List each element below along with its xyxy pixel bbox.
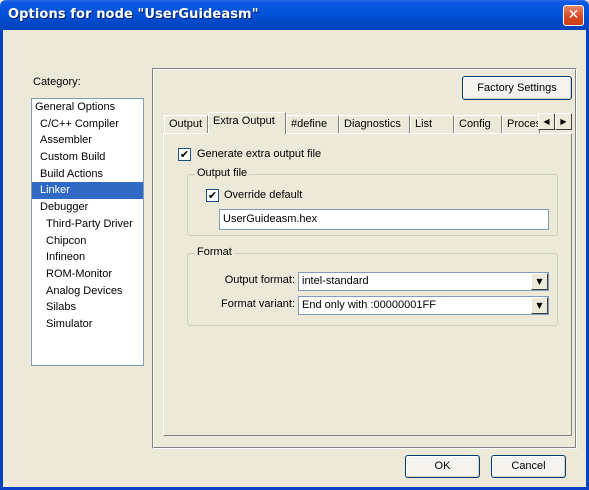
tab-extra-output[interactable]: Extra Output	[208, 112, 286, 134]
category-item-build-actions[interactable]: Build Actions	[32, 166, 143, 183]
title-bar[interactable]: Options for node "UserGuideasm" ✕	[0, 0, 589, 30]
category-item-custom-build[interactable]: Custom Build	[32, 149, 143, 166]
category-item-chipcon[interactable]: Chipcon	[32, 233, 143, 250]
ok-button[interactable]: OK	[405, 455, 480, 478]
generate-extra-output-checkbox[interactable]: ✔	[178, 148, 191, 161]
output-format-select[interactable]: intel-standard ▼	[298, 272, 549, 291]
format-variant-value: End only with :00000001FF	[302, 299, 436, 311]
check-icon: ✔	[179, 148, 190, 161]
close-button[interactable]: ✕	[563, 5, 584, 26]
category-item-rom-monitor[interactable]: ROM-Monitor	[32, 266, 143, 283]
tab-scroll-left-button[interactable]: ◀	[538, 113, 555, 130]
tab-define[interactable]: #define	[286, 115, 339, 133]
chevron-down-icon[interactable]: ▼	[531, 297, 548, 314]
category-item-silabs[interactable]: Silabs	[32, 299, 143, 316]
chevron-down-icon[interactable]: ▼	[531, 273, 548, 290]
tab-strip: Output Extra Output #define Diagnostics …	[164, 112, 574, 134]
window-title: Options for node "UserGuideasm"	[8, 7, 259, 22]
override-default-label: Override default	[224, 189, 303, 201]
category-item-debugger[interactable]: Debugger	[32, 199, 143, 216]
category-item-infineon[interactable]: Infineon	[32, 249, 143, 266]
output-format-label: Output format:	[224, 274, 295, 286]
category-list[interactable]: General Options C/C++ Compiler Assembler…	[31, 98, 144, 366]
category-label: Category:	[33, 76, 81, 88]
override-default-checkbox[interactable]: ✔	[206, 189, 219, 202]
output-file-group-title: Output file	[195, 167, 250, 179]
category-item-assembler[interactable]: Assembler	[32, 132, 143, 149]
close-icon: ✕	[567, 7, 580, 23]
tab-processor[interactable]: Proces	[502, 115, 540, 133]
tab-config[interactable]: Config	[454, 115, 502, 133]
tab-scroll-right-button[interactable]: ▶	[555, 113, 572, 130]
factory-settings-button[interactable]: Factory Settings	[462, 76, 572, 100]
arrow-right-icon: ▶	[560, 117, 567, 126]
generate-extra-output-label: Generate extra output file	[197, 148, 322, 160]
output-format-value: intel-standard	[302, 275, 369, 287]
cancel-button[interactable]: Cancel	[491, 455, 566, 478]
format-variant-label: Format variant:	[221, 298, 295, 310]
category-item-analog-devices[interactable]: Analog Devices	[32, 283, 143, 300]
output-filename-input[interactable]: UserGuideasm.hex	[219, 209, 549, 230]
tab-output[interactable]: Output	[164, 115, 208, 133]
arrow-left-icon: ◀	[543, 117, 550, 126]
category-item-general-options[interactable]: General Options	[32, 99, 143, 116]
category-item-third-party-driver[interactable]: Third-Party Driver	[32, 216, 143, 233]
check-icon: ✔	[207, 189, 218, 202]
category-item-simulator[interactable]: Simulator	[32, 316, 143, 333]
category-item-linker[interactable]: Linker	[32, 182, 143, 200]
format-variant-select[interactable]: End only with :00000001FF ▼	[298, 296, 549, 315]
tab-list[interactable]: List	[410, 115, 454, 133]
tab-diagnostics[interactable]: Diagnostics	[339, 115, 410, 133]
format-group-title: Format	[195, 246, 234, 258]
category-item-c-compiler[interactable]: C/C++ Compiler	[32, 116, 143, 133]
window-border-left	[0, 30, 3, 490]
